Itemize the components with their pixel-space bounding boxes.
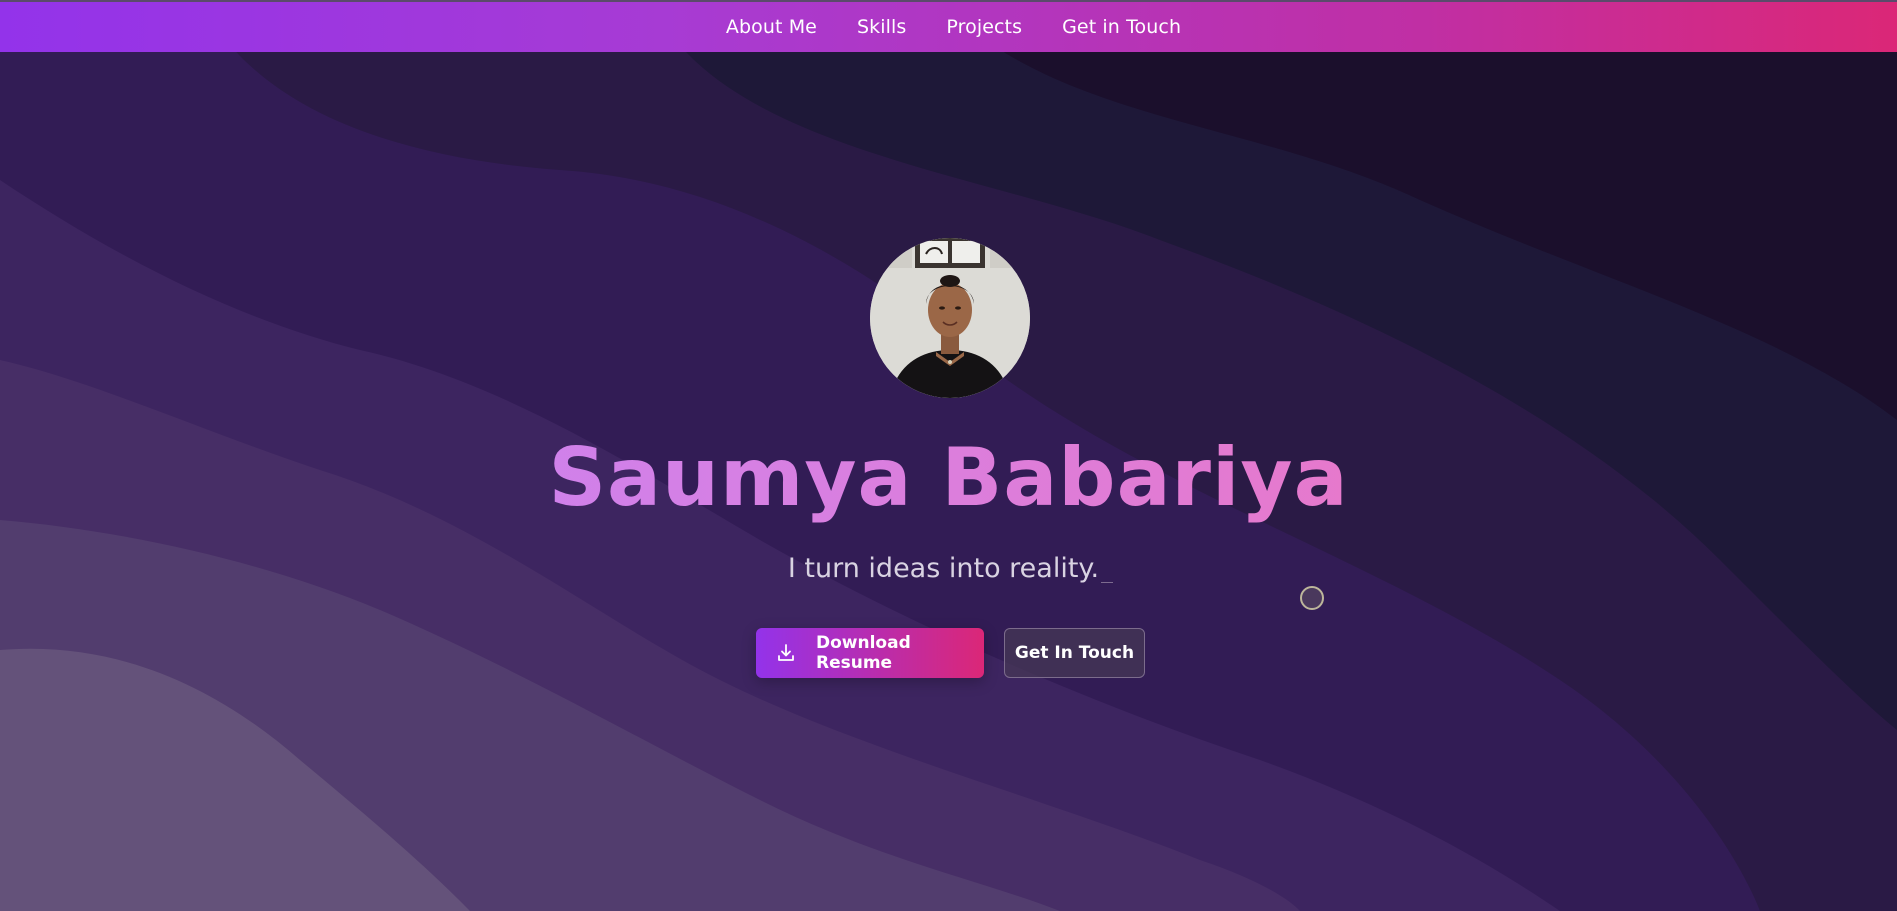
download-resume-label: Download Resume bbox=[816, 633, 911, 673]
hero-section: Saumya Babariya I turn ideas into realit… bbox=[0, 0, 1897, 911]
nav-link-get-in-touch[interactable]: Get in Touch bbox=[1062, 16, 1181, 38]
nav-link-about-me[interactable]: About Me bbox=[726, 16, 817, 38]
download-icon bbox=[776, 643, 796, 663]
hero-buttons: Download Resume Get In Touch bbox=[756, 628, 1145, 678]
profile-photo bbox=[870, 238, 1030, 398]
portfolio-page: About Me Skills Projects Get in Touch Sa… bbox=[0, 0, 1897, 911]
download-resume-button[interactable]: Download Resume bbox=[756, 628, 984, 678]
nav-link-skills[interactable]: Skills bbox=[857, 16, 906, 38]
avatar bbox=[870, 238, 1030, 398]
hero-name: Saumya Babariya bbox=[0, 428, 1897, 528]
typing-caret bbox=[1101, 582, 1114, 583]
nav-link-projects[interactable]: Projects bbox=[946, 16, 1022, 38]
tagline-wrapper: I turn ideas into reality. bbox=[787, 551, 1114, 587]
custom-cursor-ring bbox=[1300, 586, 1324, 610]
get-in-touch-label: Get In Touch bbox=[1014, 643, 1135, 663]
get-in-touch-button[interactable]: Get In Touch bbox=[1004, 628, 1145, 678]
hero-tagline: I turn ideas into reality. bbox=[787, 553, 1100, 584]
top-navbar: About Me Skills Projects Get in Touch bbox=[0, 0, 1897, 52]
hero-tagline-row: I turn ideas into reality. bbox=[0, 551, 1897, 587]
nav-links: About Me Skills Projects Get in Touch bbox=[726, 16, 1181, 38]
